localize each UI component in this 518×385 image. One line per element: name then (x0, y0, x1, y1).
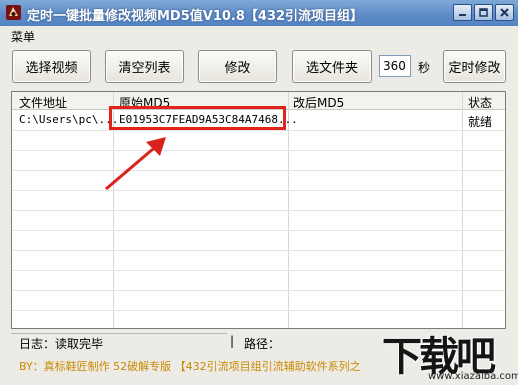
row-divider (12, 150, 505, 151)
app-icon (6, 5, 21, 20)
red-arrow-icon (105, 137, 166, 191)
row-divider (12, 210, 505, 211)
row-divider (12, 190, 505, 191)
cell-file-path: C:\Users\pc\... (19, 113, 119, 126)
row-divider (12, 310, 505, 311)
column-header-status[interactable]: 状态 (468, 94, 492, 111)
close-button[interactable] (495, 4, 514, 21)
select-folder-button[interactable]: 选文件夹 (292, 50, 372, 83)
watermark-logo: 下载吧 www.xiazaiba.com (382, 324, 518, 385)
maximize-icon (479, 8, 488, 17)
menu-item-main[interactable]: 菜单 (11, 28, 35, 45)
row-divider (12, 250, 505, 251)
footer-credit-text: BY：真标鞋匠制作 52破解专版 【432引流项目组引流辅助软件系列之 (19, 360, 361, 373)
row-divider (12, 230, 505, 231)
cell-status: 就绪 (468, 115, 493, 129)
seconds-unit-label: 秒 (418, 61, 431, 75)
path-label: 路径： (244, 337, 281, 351)
app-window: 定时一键批量修改视频MD5值V10.8【432引流项目组】 菜单 选择视频 清空… (0, 0, 518, 385)
log-status-text: 日志：读取完毕 (19, 337, 104, 351)
maximize-button[interactable] (474, 4, 493, 21)
clear-list-button[interactable]: 清空列表 (105, 50, 184, 83)
select-video-button[interactable]: 选择视频 (12, 50, 91, 83)
window-title: 定时一键批量修改视频MD5值V10.8【432引流项目组】 (27, 9, 364, 24)
minimize-button[interactable] (453, 4, 472, 21)
watermark-url: www.xiazaiba.com (428, 371, 518, 382)
minimize-icon (459, 14, 466, 16)
row-divider (12, 290, 505, 291)
status-separator: | (230, 334, 235, 348)
column-header-path[interactable]: 文件地址 (19, 94, 67, 111)
title-bar[interactable]: 定时一键批量修改视频MD5值V10.8【432引流项目组】 (0, 0, 518, 26)
column-header-new-md5[interactable]: 改后MD5 (293, 94, 344, 111)
row-divider (12, 130, 505, 131)
menu-bar: 菜单 (0, 26, 518, 45)
seconds-input[interactable]: 360 (379, 55, 411, 77)
row-divider (12, 270, 505, 271)
close-icon (500, 8, 509, 17)
timed-modify-button[interactable]: 定时修改 (443, 50, 506, 83)
row-divider (12, 170, 505, 171)
modify-button[interactable]: 修改 (198, 50, 277, 83)
